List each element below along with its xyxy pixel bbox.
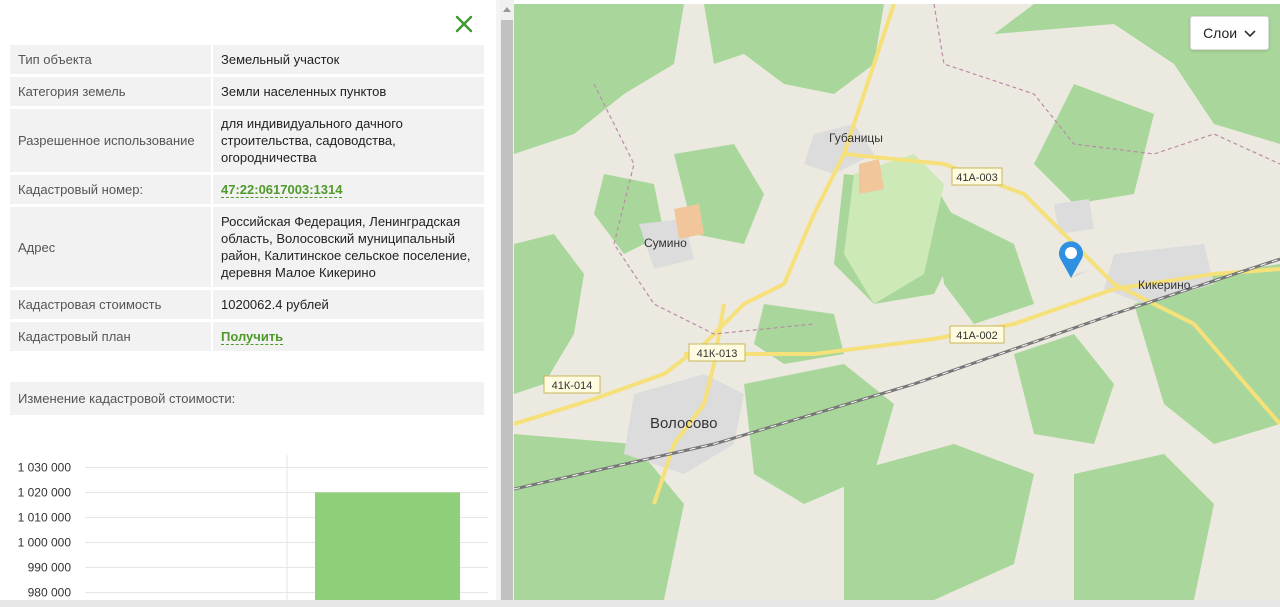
y-tick-label: 990 000 bbox=[28, 561, 72, 575]
place-label-gubanitsy: Губаницы bbox=[829, 131, 883, 145]
row-cadastral-value: Кадастровая стоимость 1020062.4 рублей bbox=[10, 290, 484, 319]
value-change-heading: Изменение кадастровой стоимости: bbox=[10, 382, 484, 415]
place-label-kikerino: Кикерино bbox=[1138, 278, 1191, 292]
property-table: Тип объекта Земельный участок Категория … bbox=[10, 42, 484, 354]
y-tick-label: 1 000 000 bbox=[18, 536, 72, 550]
label-cadastral-number: Кадастровый номер: bbox=[10, 175, 213, 204]
place-label-sumino: Сумино bbox=[644, 236, 687, 250]
map-canvas[interactable]: Губаницы Сумино Кикерино Волосово 41А-00… bbox=[514, 4, 1280, 600]
scroll-thumb[interactable] bbox=[501, 20, 513, 600]
panel-scrollbar[interactable] bbox=[500, 0, 514, 607]
value-object-type: Земельный участок bbox=[213, 45, 484, 74]
row-object-type: Тип объекта Земельный участок bbox=[10, 45, 484, 74]
get-plan-link[interactable]: Получить bbox=[221, 329, 284, 345]
svg-text:41К-014: 41К-014 bbox=[552, 380, 593, 392]
cadastral-number-link[interactable]: 47:22:0617003:1314 bbox=[221, 182, 343, 198]
row-permitted-use: Разрешенное использование для индивидуал… bbox=[10, 109, 484, 172]
road-label-41k-014: 41К-014 bbox=[543, 375, 601, 394]
row-address: Адрес Российская Федерация, Ленинградска… bbox=[10, 207, 484, 287]
value-permitted-use: для индивидуального дачного строительств… bbox=[213, 109, 484, 172]
svg-text:41К-013: 41К-013 bbox=[697, 348, 738, 360]
label-cadastral-value: Кадастровая стоимость bbox=[10, 290, 213, 319]
y-tick-label: 980 000 bbox=[28, 586, 72, 600]
value-chart: 1 030 000 1 020 000 1 010 000 1 000 000 990 … bbox=[18, 455, 488, 600]
row-land-category: Категория земель Земли населенных пункто… bbox=[10, 77, 484, 106]
y-tick-label: 1 010 000 bbox=[18, 511, 72, 525]
place-label-volosovo: Волосово bbox=[650, 415, 717, 432]
close-icon[interactable] bbox=[452, 12, 476, 36]
y-tick-label: 1 030 000 bbox=[18, 461, 72, 475]
label-address: Адрес bbox=[10, 207, 213, 287]
label-permitted-use: Разрешенное использование bbox=[10, 109, 213, 172]
road-label-41k-013: 41К-013 bbox=[688, 343, 746, 362]
map-view[interactable]: Губаницы Сумино Кикерино Волосово 41А-00… bbox=[514, 4, 1280, 600]
svg-text:41А-003: 41А-003 bbox=[956, 172, 998, 184]
layers-label: Слои bbox=[1203, 25, 1238, 41]
layers-button[interactable]: Слои bbox=[1190, 16, 1269, 50]
scroll-up-arrow-icon[interactable] bbox=[503, 7, 511, 12]
row-cadastral-number: Кадастровый номер: 47:22:0617003:1314 bbox=[10, 175, 484, 204]
value-address: Российская Федерация, Ленинградская обла… bbox=[213, 207, 484, 287]
row-cadastral-plan: Кадастровый план Получить bbox=[10, 322, 484, 351]
value-cadastral-value: 1020062.4 рублей bbox=[213, 290, 484, 319]
chevron-down-icon bbox=[1244, 30, 1256, 38]
label-cadastral-plan: Кадастровый план bbox=[10, 322, 213, 351]
label-object-type: Тип объекта bbox=[10, 45, 213, 74]
bottom-scrollbar[interactable] bbox=[0, 600, 1280, 607]
info-panel: Тип объекта Земельный участок Категория … bbox=[0, 0, 496, 607]
label-land-category: Категория земель bbox=[10, 77, 213, 106]
chart-bar[interactable] bbox=[315, 492, 460, 600]
road-label-41a-003: 41А-003 bbox=[951, 167, 1003, 186]
svg-text:41А-002: 41А-002 bbox=[956, 330, 998, 342]
road-label-41a-002: 41А-002 bbox=[949, 325, 1005, 344]
value-land-category: Земли населенных пунктов bbox=[213, 77, 484, 106]
y-tick-label: 1 020 000 bbox=[18, 486, 72, 500]
